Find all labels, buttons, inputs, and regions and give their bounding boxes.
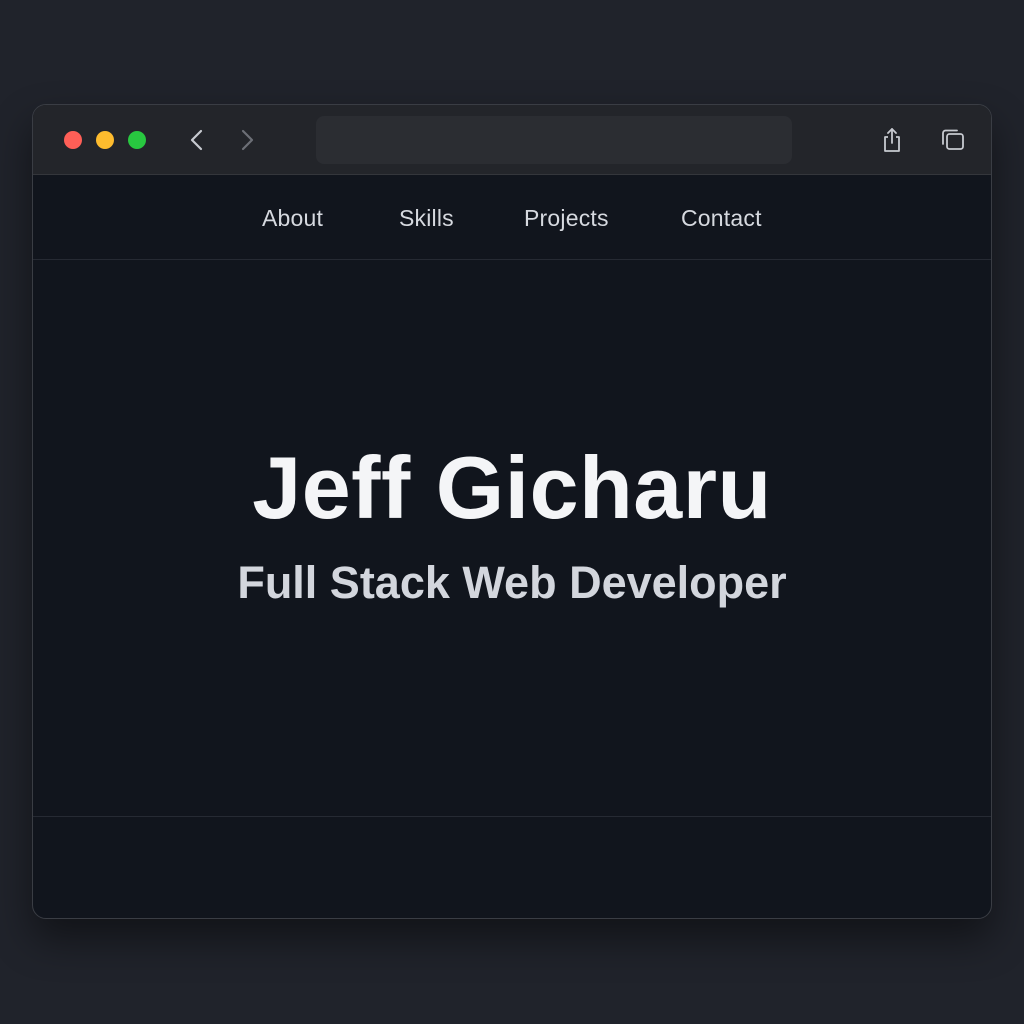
page-footer bbox=[33, 816, 991, 918]
site-navigation: About Skills Projects Contact bbox=[33, 176, 991, 260]
share-button[interactable] bbox=[877, 125, 907, 155]
minimize-window-button[interactable] bbox=[96, 131, 114, 149]
zoom-window-button[interactable] bbox=[128, 131, 146, 149]
share-icon bbox=[884, 128, 900, 152]
nav-link-about[interactable]: About bbox=[262, 205, 323, 232]
tabs-icon bbox=[942, 129, 964, 150]
browser-window: About Skills Projects Contact Jeff Gicha… bbox=[32, 104, 992, 919]
forward-button[interactable] bbox=[231, 124, 263, 156]
nav-link-skills[interactable]: Skills bbox=[399, 205, 454, 232]
back-button[interactable] bbox=[181, 124, 213, 156]
nav-link-contact[interactable]: Contact bbox=[681, 205, 762, 232]
address-bar[interactable] bbox=[316, 116, 792, 164]
chevron-left-icon bbox=[190, 129, 203, 151]
close-window-button[interactable] bbox=[64, 131, 82, 149]
hero-name: Jeff Gicharu bbox=[252, 438, 772, 537]
chevron-right-icon bbox=[241, 129, 254, 151]
hero-tagline: Full Stack Web Developer bbox=[237, 557, 787, 608]
nav-link-projects[interactable]: Projects bbox=[524, 205, 609, 232]
browser-titlebar bbox=[33, 105, 991, 175]
tab-overview-button[interactable] bbox=[938, 125, 968, 155]
